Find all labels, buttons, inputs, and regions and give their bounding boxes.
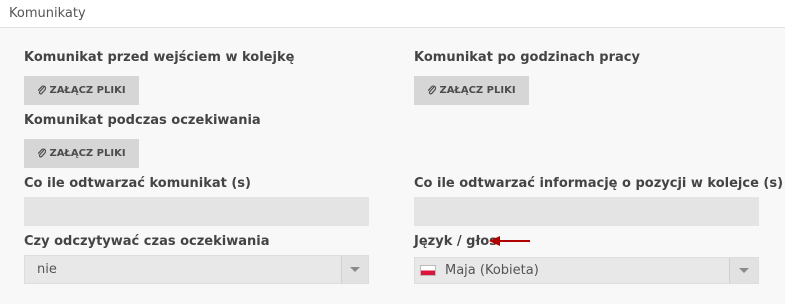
- red-arrow-icon: [489, 236, 530, 246]
- attach-button-label: ZAŁĄCZ PLIKI: [49, 148, 126, 159]
- after-hours-label: Komunikat po godzinach pracy: [414, 50, 640, 65]
- paperclip-icon: [428, 85, 437, 95]
- read-wait-time-select[interactable]: nie: [24, 255, 369, 284]
- poland-flag-icon: [420, 265, 436, 276]
- panel-header: Komunikaty: [0, 0, 785, 28]
- dropdown-toggle[interactable]: [341, 256, 368, 283]
- after-hours-attach-button[interactable]: ZAŁĄCZ PLIKI: [414, 76, 529, 105]
- paperclip-icon: [38, 148, 47, 158]
- waiting-label: Komunikat podczas oczekiwania: [24, 113, 261, 128]
- read-wait-time-selected: nie: [37, 262, 57, 277]
- language-voice-selected: Maja (Kobieta): [445, 263, 539, 278]
- attach-button-label: ZAŁĄCZ PLIKI: [49, 85, 126, 96]
- repeat-message-label: Co ile odtwarzać komunikat (s): [24, 176, 251, 191]
- pre-queue-label: Komunikat przed wejściem w kolejkę: [24, 50, 295, 65]
- paperclip-icon: [38, 85, 47, 95]
- komunikaty-panel: Komunikaty Komunikat przed wejściem w ko…: [0, 0, 785, 304]
- repeat-message-input[interactable]: [24, 197, 369, 226]
- dropdown-toggle[interactable]: [729, 258, 758, 283]
- repeat-position-input[interactable]: [414, 197, 759, 226]
- chevron-down-icon: [350, 267, 360, 272]
- section-title: Komunikaty: [9, 6, 86, 21]
- chevron-down-icon: [739, 268, 749, 273]
- waiting-attach-button[interactable]: ZAŁĄCZ PLIKI: [24, 139, 139, 168]
- read-wait-time-label: Czy odczytywać czas oczekiwania: [24, 234, 270, 249]
- attach-button-label: ZAŁĄCZ PLIKI: [439, 85, 516, 96]
- language-voice-label: Język / głos: [414, 234, 497, 249]
- language-voice-select[interactable]: Maja (Kobieta): [414, 257, 759, 284]
- repeat-position-label: Co ile odtwarzać informację o pozycji w …: [414, 176, 784, 191]
- pre-queue-attach-button[interactable]: ZAŁĄCZ PLIKI: [24, 76, 139, 105]
